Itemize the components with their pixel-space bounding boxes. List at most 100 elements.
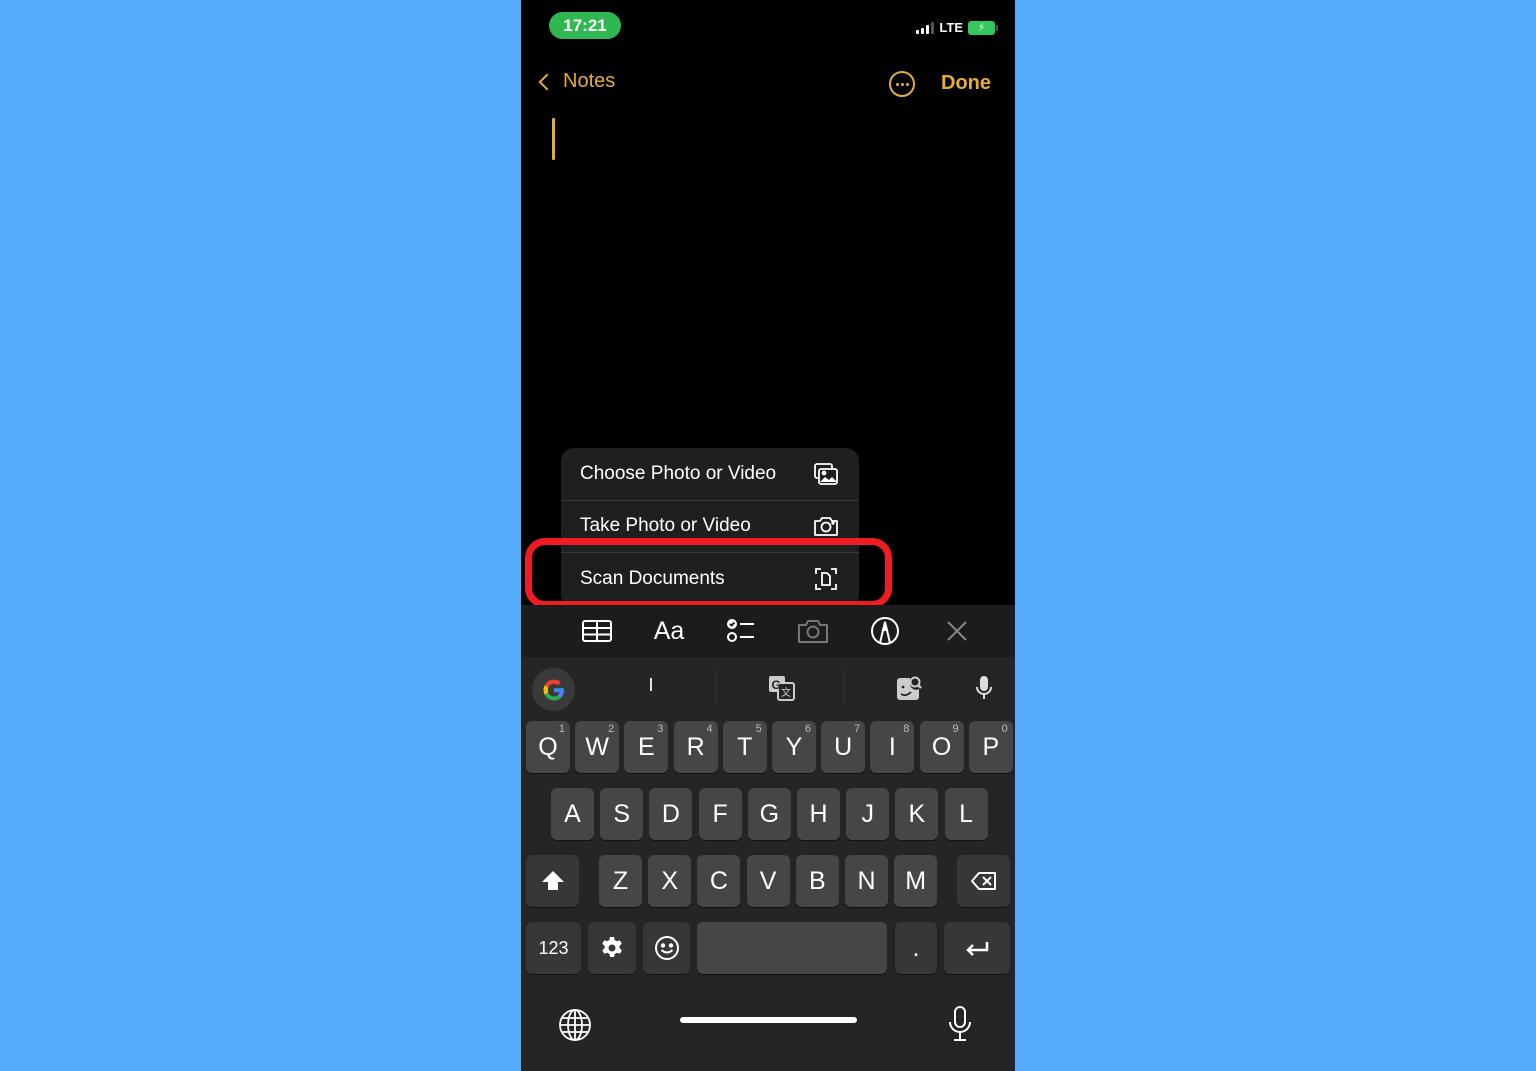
camera-icon xyxy=(814,517,838,537)
key-y[interactable]: Y6 xyxy=(772,721,816,773)
menu-item-label: Scan Documents xyxy=(580,568,725,590)
key-r[interactable]: R4 xyxy=(673,721,718,773)
period-key[interactable]: . xyxy=(895,922,937,974)
menu-item-scan-documents[interactable]: Scan Documents xyxy=(561,553,859,606)
settings-key[interactable] xyxy=(588,922,636,974)
shift-icon xyxy=(541,871,564,890)
emoji-icon xyxy=(654,936,679,960)
key-number-hint: 7 xyxy=(854,723,861,735)
numbers-key[interactable]: 123 xyxy=(526,922,581,974)
text-cursor xyxy=(552,118,555,160)
key-g[interactable]: G xyxy=(747,788,791,840)
key-number-hint: 0 xyxy=(1001,723,1008,735)
image-search-icon xyxy=(897,676,922,700)
camera-icon xyxy=(798,620,828,643)
microphone-icon xyxy=(976,676,992,699)
key-l[interactable]: L xyxy=(944,788,988,840)
table-icon xyxy=(582,620,612,642)
status-time: 17:21 xyxy=(549,12,621,39)
dictation-mic-icon[interactable] xyxy=(945,1005,975,1043)
key-m[interactable]: M xyxy=(894,855,938,907)
checklist-icon xyxy=(727,619,754,642)
table-button[interactable] xyxy=(577,611,617,651)
key-n[interactable]: N xyxy=(845,855,888,907)
space-key[interactable] xyxy=(697,922,887,974)
return-icon xyxy=(966,942,989,956)
key-label: W xyxy=(585,732,609,761)
camera-button[interactable] xyxy=(793,611,833,651)
attachment-menu: Choose Photo or Video Take Photo or Vide… xyxy=(561,448,859,608)
done-button[interactable]: Done xyxy=(941,72,991,95)
format-button[interactable]: Aa xyxy=(649,611,689,651)
keyboard-bottom-bar xyxy=(521,995,1015,1071)
scan-document-icon xyxy=(815,568,837,591)
key-label: I xyxy=(888,732,896,761)
key-v[interactable]: V xyxy=(746,855,790,907)
key-label: R xyxy=(686,732,705,761)
key-o[interactable]: O9 xyxy=(919,721,964,773)
lens-button[interactable] xyxy=(892,671,926,705)
key-d[interactable]: D xyxy=(649,788,693,840)
back-button[interactable]: Notes xyxy=(535,70,615,93)
key-x[interactable]: X xyxy=(648,855,692,907)
key-k[interactable]: K xyxy=(895,788,939,840)
voice-input-button[interactable] xyxy=(967,671,1001,705)
key-a[interactable]: A xyxy=(551,788,594,840)
google-icon xyxy=(543,679,564,700)
delete-key[interactable] xyxy=(957,855,1010,907)
key-f[interactable]: F xyxy=(698,788,742,840)
emoji-key[interactable] xyxy=(643,922,690,974)
translate-icon: G文 xyxy=(769,676,795,701)
globe-icon[interactable] xyxy=(557,1007,593,1043)
svg-text:G: G xyxy=(772,678,781,692)
key-number-hint: 3 xyxy=(657,723,664,735)
google-button[interactable] xyxy=(532,668,575,711)
svg-text:文: 文 xyxy=(781,686,791,699)
key-number-hint: 6 xyxy=(804,723,811,735)
key-i[interactable]: I8 xyxy=(870,721,915,773)
key-w[interactable]: W2 xyxy=(575,721,620,773)
markup-icon xyxy=(871,617,899,645)
key-s[interactable]: S xyxy=(600,788,644,840)
key-number-hint: 8 xyxy=(903,723,910,735)
keyboard: I G文 Q1W2E3R4T5Y6U7I8O9P0 ASDFGHJKL ZXCV… xyxy=(521,657,1015,1071)
key-number-hint: 5 xyxy=(755,723,762,735)
key-j[interactable]: J xyxy=(846,788,890,840)
menu-item-label: Take Photo or Video xyxy=(580,515,751,537)
photo-library-icon xyxy=(814,462,838,485)
key-p[interactable]: P0 xyxy=(968,721,1013,773)
suggestion-word[interactable]: I xyxy=(631,675,671,696)
markup-button[interactable] xyxy=(865,611,905,651)
key-q[interactable]: Q1 xyxy=(526,721,570,773)
home-indicator[interactable] xyxy=(680,1017,857,1023)
key-e[interactable]: E3 xyxy=(624,721,669,773)
menu-item-label: Choose Photo or Video xyxy=(580,462,777,484)
translate-button[interactable]: G文 xyxy=(765,671,799,705)
key-label: T xyxy=(737,732,753,761)
return-key[interactable] xyxy=(944,922,1010,974)
phone-screen: 17:21 LTE ⚡ Notes Done Choose Photo or V… xyxy=(521,0,1015,1071)
key-u[interactable]: U7 xyxy=(821,721,866,773)
key-label: Y xyxy=(785,732,803,761)
key-t[interactable]: T5 xyxy=(722,721,767,773)
key-label: P xyxy=(982,732,1000,761)
close-button[interactable] xyxy=(937,611,977,651)
key-b[interactable]: B xyxy=(795,855,839,907)
key-z[interactable]: Z xyxy=(599,855,642,907)
suggestion-bar: I G文 xyxy=(521,657,1015,719)
status-indicators: LTE ⚡ xyxy=(916,20,998,35)
checklist-button[interactable] xyxy=(721,611,761,651)
key-c[interactable]: C xyxy=(697,855,741,907)
key-number-hint: 4 xyxy=(706,723,713,735)
more-options-button[interactable] xyxy=(889,71,915,97)
shift-key[interactable] xyxy=(526,855,579,907)
menu-item-take-photo[interactable]: Take Photo or Video xyxy=(561,501,859,553)
key-number-hint: 9 xyxy=(952,723,959,735)
network-label: LTE xyxy=(939,20,963,35)
key-label: E xyxy=(638,732,655,761)
key-label: U xyxy=(834,732,853,761)
close-icon xyxy=(947,621,967,641)
menu-item-choose-photo[interactable]: Choose Photo or Video xyxy=(561,448,859,501)
key-h[interactable]: H xyxy=(797,788,840,840)
signal-icon xyxy=(916,21,935,34)
